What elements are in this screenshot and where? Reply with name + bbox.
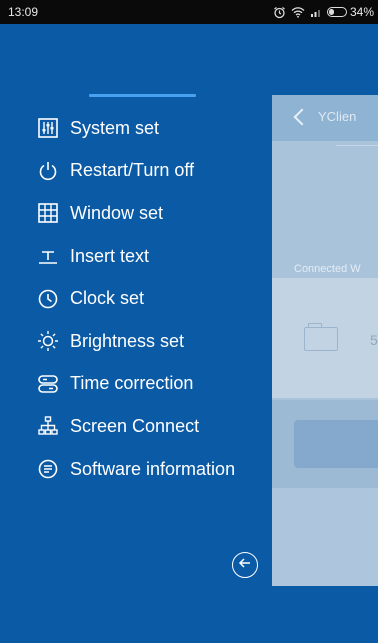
back-arrow-icon (237, 555, 253, 576)
menu-item-label: Window set (70, 202, 164, 223)
sliders-icon (36, 116, 60, 140)
grid-icon (36, 201, 60, 225)
chevron-left-icon (293, 108, 311, 126)
menu-item-system-set[interactable]: System set (0, 107, 272, 150)
time-correction-icon (36, 372, 60, 396)
menu-item-label: Software information (70, 458, 236, 479)
folder-icon (304, 323, 338, 351)
menu-item-screen-connect[interactable]: Screen Connect (0, 405, 272, 448)
background-header: YClien (272, 95, 378, 141)
menu-item-restart[interactable]: Restart/Turn off (0, 150, 272, 193)
menu-item-software-information[interactable]: Software information (0, 448, 272, 491)
menu-item-label: Screen Connect (70, 415, 200, 436)
alarm-icon (273, 6, 286, 19)
info-list-icon (36, 457, 60, 481)
drawer-accent-bar (89, 94, 196, 97)
background-title: YClien (318, 109, 357, 124)
menu-item-brightness-set[interactable]: Brightness set (0, 320, 272, 363)
sun-icon (36, 329, 60, 353)
status-time: 13:09 (8, 5, 39, 19)
list-item: 5 (272, 278, 378, 398)
battery-text: 34% (349, 5, 374, 19)
menu-item-label: Brightness set (70, 330, 185, 351)
menu-item-label: System set (70, 117, 160, 138)
signal-icon (310, 7, 322, 18)
background-button (294, 420, 378, 468)
battery-icon (326, 7, 347, 17)
power-icon (36, 159, 60, 183)
insert-text-icon (36, 244, 60, 268)
background-page: YClien Connected W 5 (272, 95, 378, 586)
menu-item-time-correction[interactable]: Time correction (0, 363, 272, 406)
section-label: Connected W (294, 263, 361, 275)
drawer-menu: System set Restart/Turn off Window set I… (0, 107, 272, 490)
network-icon (36, 414, 60, 438)
background-footer (272, 488, 378, 586)
row-value: 5 (370, 332, 378, 348)
menu-item-insert-text[interactable]: Insert text (0, 235, 272, 278)
clock-icon (36, 287, 60, 311)
button-area (272, 400, 378, 488)
divider (336, 145, 378, 146)
drawer-back-button[interactable] (232, 552, 258, 578)
wifi-icon (291, 6, 305, 18)
menu-item-window-set[interactable]: Window set (0, 192, 272, 235)
menu-item-label: Restart/Turn off (70, 160, 195, 181)
menu-item-label: Time correction (70, 373, 194, 394)
menu-item-label: Insert text (70, 245, 150, 266)
battery-indicator: 34% (326, 5, 374, 19)
status-icons: 34% (273, 5, 374, 19)
menu-item-label: Clock set (70, 288, 145, 309)
status-bar: 13:09 34% (0, 0, 378, 24)
menu-item-clock-set[interactable]: Clock set (0, 277, 272, 320)
navigation-drawer: System set Restart/Turn off Window set I… (0, 24, 272, 643)
